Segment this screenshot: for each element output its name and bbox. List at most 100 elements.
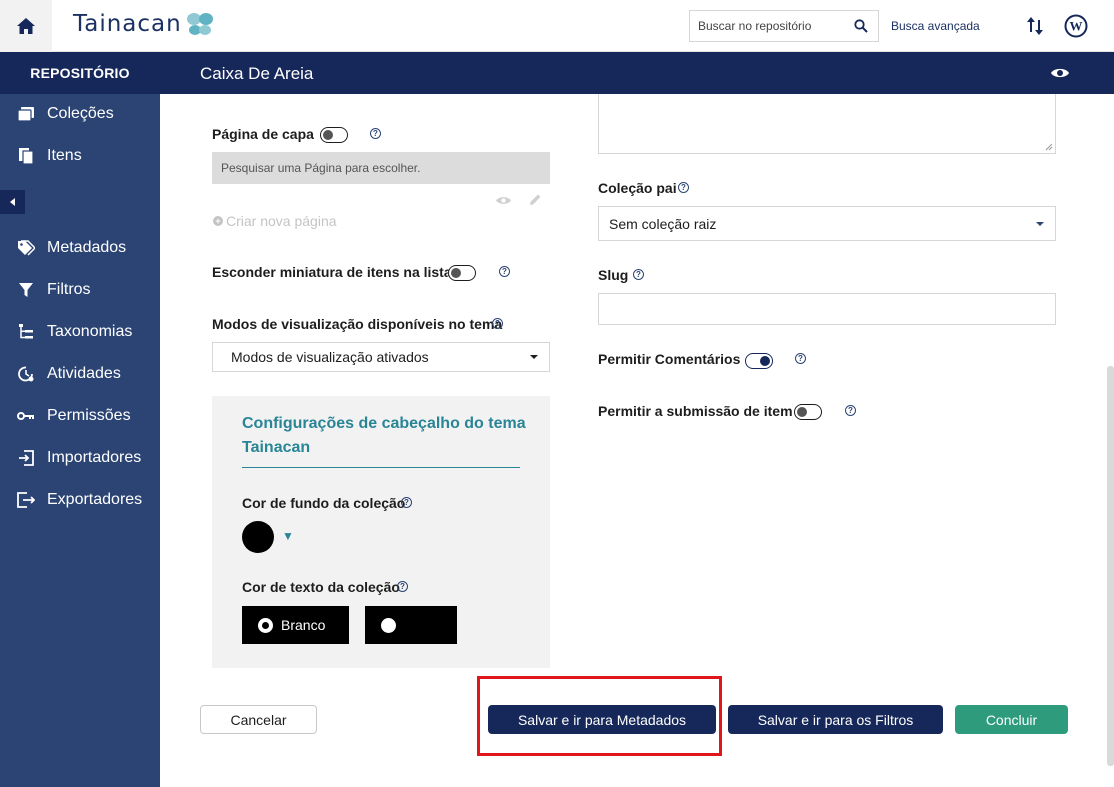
sort-icon[interactable] [1026, 15, 1044, 37]
home-button[interactable] [0, 0, 52, 52]
cover-page-label: Página de capa [212, 126, 314, 142]
help-icon[interactable]: ? [678, 182, 689, 193]
import-icon [16, 450, 36, 466]
eye-icon[interactable] [1050, 66, 1070, 80]
help-icon[interactable]: ? [492, 318, 503, 329]
text-color-label: Cor de texto da coleção [242, 579, 400, 595]
sidebar-item-label: Metadados [47, 239, 127, 256]
scrollbar[interactable] [1107, 366, 1114, 766]
view-modes-label: Modos de visualização disponíveis no tem… [212, 316, 503, 332]
logo-text: Tainacan [73, 11, 182, 37]
chevron-left-icon [9, 198, 15, 206]
save-filters-button[interactable]: Salvar e ir para os Filtros [728, 705, 943, 734]
home-icon [17, 18, 35, 34]
cancel-button[interactable]: Cancelar [200, 705, 317, 734]
collections-icon [16, 106, 36, 122]
help-icon[interactable]: ? [499, 266, 510, 277]
finish-button[interactable]: Concluir [955, 705, 1068, 734]
sidebar-item-colecoes[interactable]: Coleções [0, 96, 160, 132]
sidebar-item-label: Atividades [47, 365, 121, 382]
sidebar: Coleções Itens Metadados Filtros Taxonom… [0, 94, 160, 787]
sidebar-item-taxonomias[interactable]: Taxonomias [0, 314, 160, 350]
header-band: REPOSITÓRIO Caixa De Areia [0, 52, 1114, 94]
sidebar-item-label: Taxonomias [47, 323, 133, 340]
sidebar-item-label: Permissões [47, 407, 131, 424]
activity-icon [16, 365, 36, 383]
help-icon[interactable]: ? [633, 269, 644, 280]
help-icon[interactable]: ? [370, 128, 381, 139]
export-icon [16, 492, 36, 508]
repository-search[interactable] [689, 10, 879, 42]
logo-butterfly-icon [186, 13, 213, 35]
sidebar-item-itens[interactable]: Itens [0, 138, 160, 174]
allow-submission-label: Permitir a submissão de item [598, 403, 793, 419]
tainacan-logo[interactable]: Tainacan [73, 11, 214, 37]
toggle-knob [760, 356, 770, 366]
allow-comments-label: Permitir Comentários [598, 351, 741, 367]
wordpress-icon[interactable]: W [1064, 14, 1088, 38]
slug-label: Slug [598, 267, 629, 283]
sidebar-item-label: Coleções [47, 105, 114, 122]
divider [242, 467, 520, 468]
items-icon [16, 147, 36, 165]
hide-thumbnail-toggle[interactable] [448, 265, 476, 281]
toggle-knob [323, 130, 333, 140]
radio-unchecked-icon [381, 617, 396, 633]
create-page-label: Criar nova página [226, 213, 337, 229]
search-input[interactable] [690, 11, 850, 41]
parent-collection-select[interactable]: Sem coleção raiz [598, 206, 1056, 241]
cover-page-toggle[interactable] [320, 127, 348, 143]
toggle-knob [451, 268, 461, 278]
view-modes-select[interactable]: Modos de visualização ativados [212, 342, 550, 372]
description-textarea[interactable] [598, 94, 1056, 154]
view-modes-value: Modos de visualização ativados [231, 349, 429, 365]
parent-collection-label: Coleção pai [598, 180, 677, 196]
plus-circle-icon: + [213, 216, 223, 226]
radio-checked-icon [258, 617, 273, 633]
filter-icon [16, 282, 36, 298]
eye-icon[interactable] [495, 195, 512, 206]
sidebar-item-metadados[interactable]: Metadados [0, 230, 160, 266]
hide-thumbnail-label: Esconder miniatura de itens na lista [212, 264, 452, 280]
key-icon [16, 411, 36, 421]
slug-input[interactable] [598, 293, 1056, 325]
save-metadata-button[interactable]: Salvar e ir para Metadados [488, 705, 716, 734]
sidebar-item-label: Importadores [47, 449, 142, 466]
allow-comments-toggle[interactable] [745, 353, 773, 369]
chevron-down-icon [530, 355, 538, 359]
sidebar-item-label: Filtros [47, 281, 91, 298]
cover-page-search-input[interactable] [212, 152, 550, 184]
cover-page-search[interactable] [212, 152, 550, 184]
tag-icon [16, 240, 36, 256]
text-color-option-black[interactable] [365, 606, 457, 644]
sidebar-item-permissoes[interactable]: Permissões [0, 398, 160, 434]
sidebar-item-label: Exportadores [47, 491, 143, 508]
text-color-option-white[interactable]: Branco [242, 606, 349, 644]
allow-submission-toggle[interactable] [794, 404, 822, 420]
toggle-knob [797, 407, 807, 417]
header-settings-panel: Configurações de cabeçalho do tema Taina… [212, 396, 550, 668]
create-page-link[interactable]: + Criar nova página [213, 213, 337, 229]
advanced-search-link[interactable]: Busca avançada [891, 19, 980, 33]
bg-color-label: Cor de fundo da coleção [242, 495, 406, 511]
sidebar-item-label: Itens [47, 147, 82, 164]
search-icon[interactable] [854, 19, 868, 33]
text-color-option-label: Branco [281, 617, 326, 633]
color-dropdown-arrow-icon[interactable]: ▼ [282, 529, 294, 543]
help-icon[interactable]: ? [845, 405, 856, 416]
svg-text:W: W [1070, 19, 1083, 34]
help-icon[interactable]: ? [397, 581, 408, 592]
header-settings-title: Configurações de cabeçalho do tema Taina… [242, 415, 526, 456]
resize-handle-icon[interactable] [1045, 143, 1053, 151]
sidebar-collapse-button[interactable] [0, 190, 25, 214]
edit-icon[interactable] [528, 193, 542, 207]
sidebar-item-exportadores[interactable]: Exportadores [0, 482, 160, 518]
sidebar-item-importadores[interactable]: Importadores [0, 440, 160, 476]
help-icon[interactable]: ? [795, 353, 806, 364]
bg-color-swatch[interactable] [242, 521, 274, 553]
sidebar-item-atividades[interactable]: Atividades [0, 356, 160, 392]
sidebar-item-filtros[interactable]: Filtros [0, 272, 160, 308]
help-icon[interactable]: ? [401, 497, 412, 508]
repository-label[interactable]: REPOSITÓRIO [0, 52, 160, 94]
top-bar: Tainacan Busca avançada W [0, 0, 1114, 52]
